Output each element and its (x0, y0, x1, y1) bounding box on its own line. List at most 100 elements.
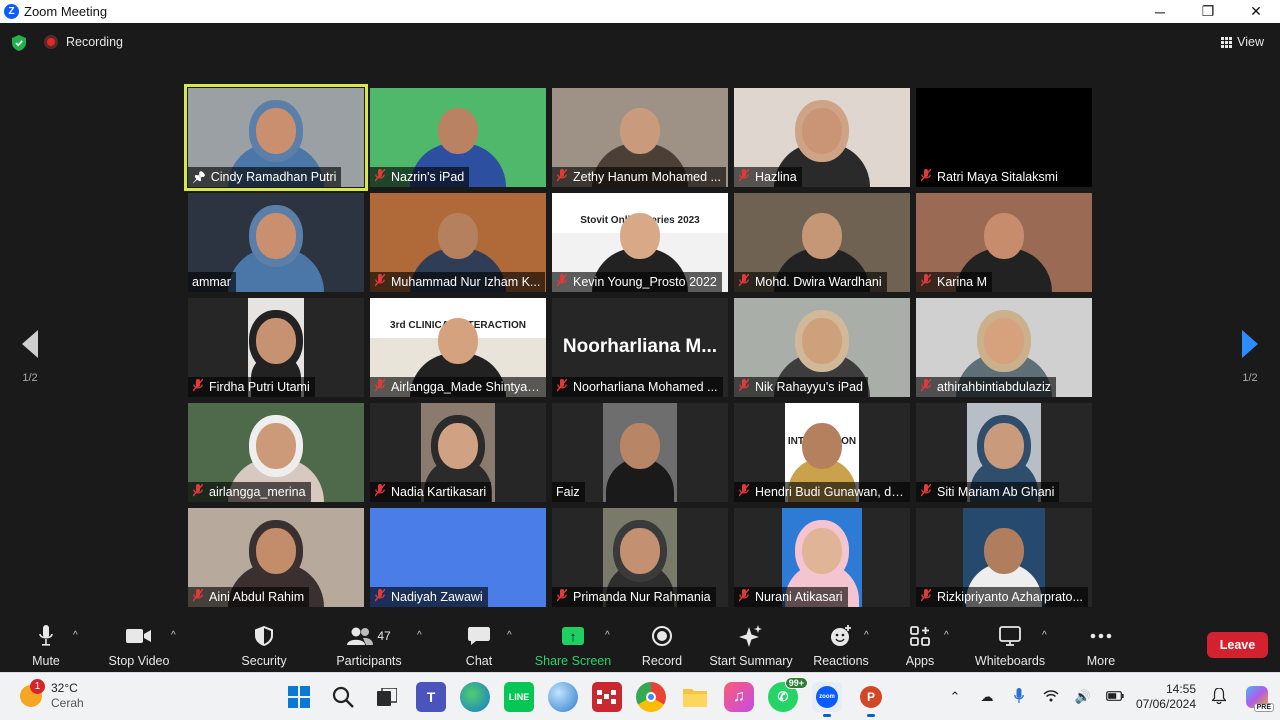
line-app-icon[interactable]: LINE (504, 682, 534, 712)
weather-sun-icon: 1 (20, 679, 45, 707)
chrome-icon[interactable] (636, 682, 666, 712)
participant-nameplate: athirahbintiabdulaziz (916, 377, 1056, 397)
caret-up-icon: ^ (944, 630, 949, 641)
participant-tile[interactable]: 3rd CLINICAL INTERACTION Airlangga_Made S… (370, 298, 546, 397)
participant-tile[interactable]: athirahbintiabdulaziz (916, 298, 1092, 397)
stop-video-button[interactable]: Stop Video (104, 624, 174, 668)
participant-face (984, 318, 1024, 364)
participant-tile[interactable]: Firdha Putri Utami (188, 298, 364, 397)
participant-face (620, 423, 660, 469)
participant-tile[interactable]: Zethy Hanum Mohamed ... (552, 88, 728, 187)
participant-tile[interactable]: Nurani Atikasari (734, 508, 910, 607)
whiteboards-button[interactable]: Whiteboards (972, 624, 1048, 668)
muted-mic-icon (920, 483, 932, 500)
weather-widget[interactable]: 1 32°C Cerah (20, 679, 84, 711)
battery-icon[interactable] (1104, 690, 1126, 705)
participant-tile[interactable]: Nazrin's iPad (370, 88, 546, 187)
start-summary-button[interactable]: Start Summary (706, 624, 796, 668)
video-gallery: 📌 Cindy Ramadhan Putri Nazrin's iPad Zethy … (184, 84, 1092, 607)
stop-video-label: Stop Video (108, 654, 170, 668)
maximize-button[interactable]: ❐ (1184, 0, 1232, 23)
participant-tile[interactable]: airlangga_merina (188, 403, 364, 502)
participant-tile[interactable]: Nik Rahayyu's iPad (734, 298, 910, 397)
system-clock[interactable]: 14:55 07/06/2024 (1136, 682, 1196, 712)
participant-nameplate: Nurani Atikasari (734, 587, 848, 607)
participant-nameplate: Hendri Budi Gunawan, drg. (734, 482, 910, 502)
participant-nameplate: Nadia Kartikasari (370, 482, 492, 502)
participant-tile[interactable]: Rizkipriyanto Azharprato... (916, 508, 1092, 607)
participant-name: Nik Rahayyu's iPad (755, 380, 863, 394)
teams-icon[interactable]: T (416, 682, 446, 712)
close-window-button[interactable]: ✕ (1232, 0, 1280, 23)
participant-tile[interactable]: ammar (188, 193, 364, 292)
participant-tile[interactable]: Ratri Maya Sitalaksmi (916, 88, 1092, 187)
participant-name: Ratri Maya Sitalaksmi (937, 170, 1058, 184)
file-explorer-icon[interactable] (680, 682, 710, 712)
participant-face (620, 528, 660, 574)
next-page-button[interactable]: 1/2 (1230, 330, 1270, 384)
mute-button[interactable]: Mute (24, 624, 68, 668)
page-indicator-left: 1/2 (22, 372, 38, 384)
share-screen-button[interactable]: ↑ Share Screen (534, 624, 612, 668)
chat-bubble-icon (460, 624, 498, 648)
muted-mic-icon (556, 168, 568, 185)
participant-tile[interactable]: Muhammad Nur Izham K... (370, 193, 546, 292)
record-button[interactable]: Record (640, 624, 684, 668)
participant-name: Hazlina (755, 170, 797, 184)
participant-face (256, 318, 296, 364)
encryption-shield-icon[interactable] (12, 35, 26, 51)
participant-tile[interactable]: Aini Abdul Rahim (188, 508, 364, 607)
participant-tile[interactable]: Mohd. Dwira Wardhani (734, 193, 910, 292)
participants-button[interactable]: 47 Participants (334, 624, 404, 668)
minimize-button[interactable]: ─ (1136, 0, 1184, 23)
whiteboard-icon (972, 624, 1048, 648)
participant-face (620, 213, 660, 259)
task-view-icon[interactable] (372, 682, 402, 712)
mosaic-app-icon[interactable] (592, 682, 622, 712)
volume-icon[interactable]: 🔊 (1072, 689, 1094, 705)
participant-face (984, 213, 1024, 259)
view-button[interactable]: View (1221, 35, 1264, 49)
participant-nameplate: Noorharliana Mohamed ... (552, 377, 723, 397)
zoom-taskbar-icon[interactable]: zoom (812, 682, 842, 717)
search-icon[interactable] (328, 682, 358, 712)
more-button[interactable]: More (1082, 624, 1120, 668)
microphone-tray-icon[interactable] (1008, 687, 1030, 707)
edge-icon[interactable] (460, 682, 490, 712)
globe-app-icon[interactable] (548, 682, 578, 712)
security-button[interactable]: Security (238, 624, 290, 668)
participant-face (620, 108, 660, 154)
start-summary-label: Start Summary (709, 654, 793, 668)
participant-tile[interactable]: Siti Mariam Ab Ghani (916, 403, 1092, 502)
participant-tile[interactable]: L INTERACTIONHendri Budi Gunawan, drg. (734, 403, 910, 502)
notification-bell-icon[interactable] (1208, 686, 1230, 707)
participant-nameplate: Nazrin's iPad (370, 167, 470, 187)
participant-tile[interactable]: Primanda Nur Rahmania (552, 508, 728, 607)
whatsapp-icon[interactable]: ✆ 99+ (768, 677, 808, 712)
chat-button[interactable]: Chat (460, 624, 498, 668)
windows-start-icon[interactable] (284, 682, 314, 712)
participant-tile[interactable]: Karina M (916, 193, 1092, 292)
participant-tile[interactable]: Faiz (552, 403, 728, 502)
recording-indicator[interactable]: Recording (44, 35, 123, 49)
participant-name: Hendri Budi Gunawan, drg. (755, 485, 905, 499)
powerpoint-icon[interactable]: P (856, 682, 886, 717)
itunes-icon[interactable]: ♫ (724, 682, 754, 712)
leave-button[interactable]: Leave (1207, 632, 1268, 658)
participant-tile[interactable]: Nadia Kartikasari (370, 403, 546, 502)
participant-tile[interactable]: Noorharliana M... Noorharliana Mohamed ..… (552, 298, 728, 397)
participant-tile[interactable]: 📌 Cindy Ramadhan Putri (184, 84, 368, 191)
reactions-button[interactable]: Reactions (812, 624, 870, 668)
participant-tile[interactable]: Hazlina (734, 88, 910, 187)
cloud-icon[interactable]: ☁ (976, 689, 998, 705)
previous-page-button[interactable]: 1/2 (10, 330, 50, 384)
participant-nameplate: Nik Rahayyu's iPad (734, 377, 868, 397)
apps-button[interactable]: Apps (900, 624, 940, 668)
wifi-icon[interactable] (1040, 689, 1062, 705)
participant-tile[interactable]: Nadiyah Zawawi (370, 508, 546, 607)
muted-mic-icon (192, 588, 204, 605)
chevron-up-icon[interactable]: ⌃ (944, 689, 966, 705)
participant-tile[interactable]: Stovit Online Series 2023Kevin Young_Pro… (552, 193, 728, 292)
copilot-icon[interactable]: PRE (1246, 686, 1274, 712)
participant-face (802, 318, 842, 364)
